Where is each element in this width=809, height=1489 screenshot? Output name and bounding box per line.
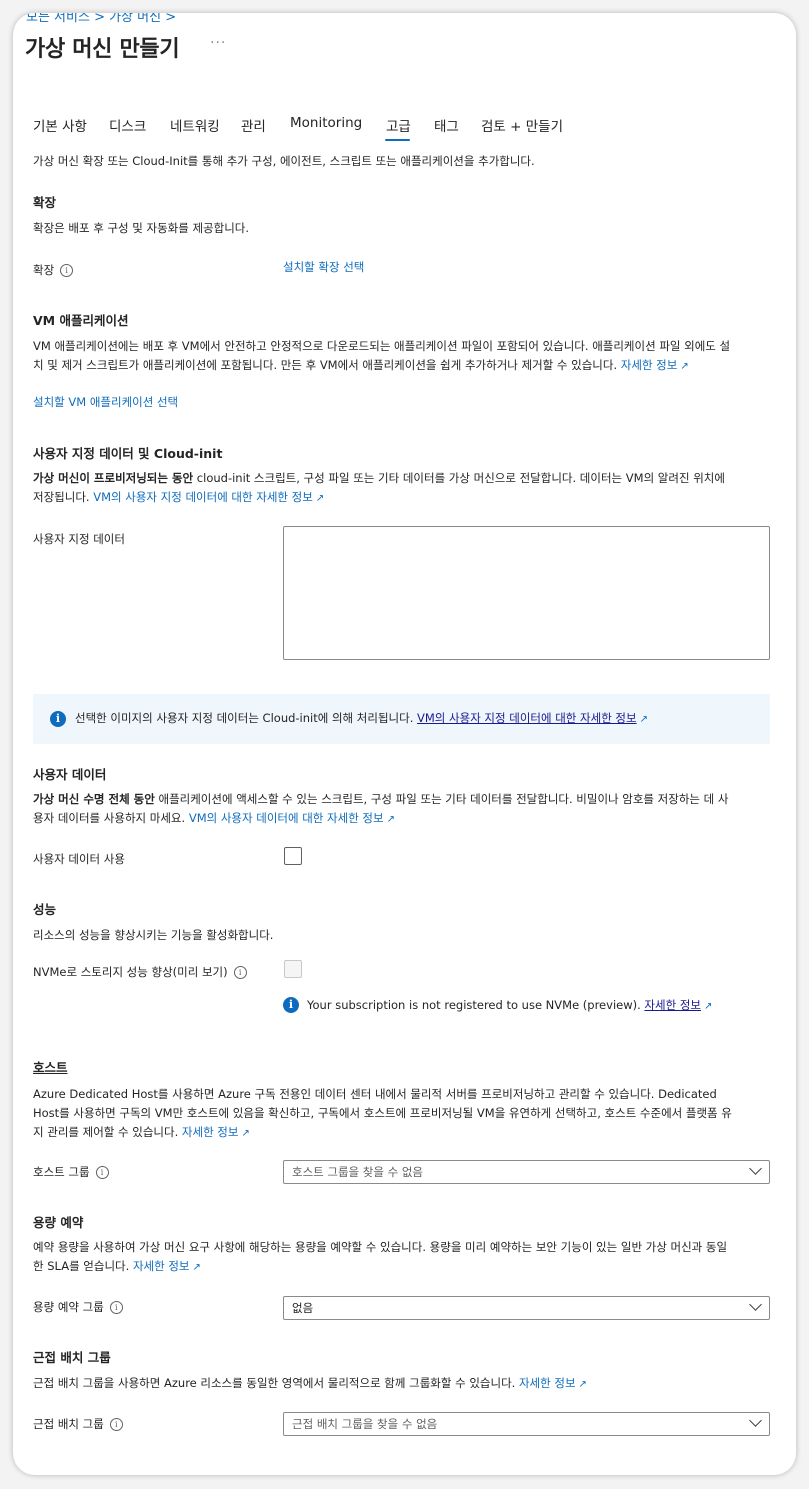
tab-advanced[interactable]: 고급 <box>386 115 411 135</box>
cloud-init-info-bar: i 선택한 이미지의 사용자 지정 데이터는 Cloud-init에 의해 처리… <box>33 694 770 744</box>
vm-apps-heading: VM 애플리케이션 <box>33 313 129 328</box>
select-vm-apps-link[interactable]: 설치할 VM 애플리케이션 선택 <box>33 393 178 412</box>
tab-disks[interactable]: 디스크 <box>109 115 146 135</box>
external-link-icon: ↗ <box>680 361 689 372</box>
tab-management[interactable]: 관리 <box>241 115 266 135</box>
user-data-checkbox[interactable] <box>284 847 302 865</box>
select-extensions-link[interactable]: 설치할 확장 선택 <box>283 258 364 277</box>
chevron-down-icon <box>749 1414 762 1427</box>
info-icon[interactable]: i <box>233 966 247 979</box>
capacity-heading: 용량 예약 <box>33 1215 84 1230</box>
intro-text: 가상 머신 확장 또는 Cloud-Init를 통해 추가 구성, 에이전트, … <box>33 154 535 168</box>
create-vm-panel: 모든 서비스 > 가상 머신 > 가상 머신 만들기 ··· 기본 사항 디스크… <box>13 13 796 1475</box>
tab-networking[interactable]: 네트워킹 <box>170 115 220 135</box>
custom-data-label: 사용자 지정 데이터 <box>33 532 125 546</box>
custom-data-heading: 사용자 지정 데이터 및 Cloud-init <box>33 446 223 461</box>
info-icon: i <box>50 711 66 727</box>
capacity-learn-more-link[interactable]: 자세한 정보 ↗ <box>133 1259 201 1273</box>
chevron-down-icon <box>749 1162 762 1175</box>
extensions-desc: 확장은 배포 후 구성 및 자동화를 제공합니다. <box>33 221 250 235</box>
extensions-heading: 확장 <box>33 195 57 210</box>
tab-basics[interactable]: 기본 사항 <box>33 115 87 135</box>
vm-apps-learn-more-link[interactable]: 자세한 정보 ↗ <box>621 358 689 372</box>
cloud-init-learn-more-link[interactable]: VM의 사용자 지정 데이터에 대한 자세한 정보 <box>417 711 637 725</box>
performance-desc: 리소스의 성능을 향상시키는 기능을 활성화합니다. <box>33 928 274 942</box>
custom-data-desc: 가상 머신이 프로비저닝되는 동안 cloud-init 스크립트, 구성 파일… <box>33 471 725 504</box>
external-link-icon: ↗ <box>639 714 648 725</box>
page-title: 가상 머신 만들기 <box>25 37 180 62</box>
external-link-icon: ↗ <box>386 814 395 825</box>
info-icon[interactable]: i <box>60 264 74 277</box>
tab-tags[interactable]: 태그 <box>434 115 459 135</box>
vm-apps-desc: VM 애플리케이션에는 배포 후 VM에서 안전하고 안정적으로 다운로드되는 … <box>33 339 731 372</box>
custom-data-learn-more-link[interactable]: VM의 사용자 지정 데이터에 대한 자세한 정보 ↗ <box>93 490 324 504</box>
external-link-icon: ↗ <box>703 1001 713 1012</box>
custom-data-textarea[interactable] <box>283 526 770 660</box>
external-link-icon: ↗ <box>192 1262 201 1273</box>
capacity-group-select[interactable]: 없음 <box>283 1296 770 1320</box>
host-desc: Azure Dedicated Host를 사용하면 Azure 구독 전용인 … <box>33 1087 732 1139</box>
info-icon[interactable]: i <box>109 1418 123 1431</box>
breadcrumb[interactable]: 모든 서비스 > 가상 머신 > <box>26 13 176 25</box>
capacity-desc: 예약 용량을 사용하여 가상 머신 요구 사항에 해당하는 용량을 예약할 수 … <box>33 1240 728 1273</box>
tab-review-create[interactable]: 검토 + 만들기 <box>481 115 563 135</box>
host-heading: 호스트 <box>33 1060 68 1075</box>
user-data-label: 사용자 데이터 사용 <box>33 852 125 866</box>
proximity-group-label: 근접 배치 그룹 i <box>33 1416 123 1432</box>
info-icon[interactable]: i <box>109 1301 123 1314</box>
user-data-desc: 가상 머신 수명 전체 동안 애플리케이션에 액세스할 수 있는 스크립트, 구… <box>33 792 729 825</box>
nvme-info-text: Your subscription is not registered to u… <box>307 998 713 1012</box>
proximity-group-select[interactable]: 근접 배치 그룹을 찾을 수 없음 <box>283 1412 770 1436</box>
external-link-icon: ↗ <box>315 493 325 504</box>
proximity-learn-more-link[interactable]: 자세한 정보 ↗ <box>519 1376 587 1390</box>
host-group-select[interactable]: 호스트 그룹을 찾을 수 없음 <box>283 1160 770 1184</box>
user-data-heading: 사용자 데이터 <box>33 767 107 782</box>
info-icon[interactable]: i <box>95 1166 109 1179</box>
nvme-checkbox[interactable] <box>284 960 302 978</box>
nvme-learn-more-link[interactable]: 자세한 정보 <box>644 998 701 1012</box>
capacity-group-label: 용량 예약 그룹 i <box>33 1299 123 1315</box>
active-tab-indicator <box>385 139 410 141</box>
nvme-label: NVMe로 스토리지 성능 향상(미리 보기) i <box>33 964 247 980</box>
extensions-label: 확장 i <box>33 262 74 278</box>
proximity-desc: 근접 배치 그룹을 사용하면 Azure 리소스를 동일한 영역에서 물리적으로… <box>33 1376 587 1390</box>
more-options-button[interactable]: ··· <box>210 35 226 51</box>
info-icon: i <box>283 997 299 1013</box>
proximity-heading: 근접 배치 그룹 <box>33 1350 111 1365</box>
tab-monitoring[interactable]: Monitoring <box>290 115 362 131</box>
external-link-icon: ↗ <box>241 1128 250 1139</box>
performance-heading: 성능 <box>33 902 57 917</box>
external-link-icon: ↗ <box>578 1379 587 1390</box>
user-data-learn-more-link[interactable]: VM의 사용자 데이터에 대한 자세한 정보 ↗ <box>189 811 395 825</box>
host-learn-more-link[interactable]: 자세한 정보 ↗ <box>182 1125 250 1139</box>
host-group-label: 호스트 그룹 i <box>33 1164 109 1180</box>
chevron-down-icon <box>749 1298 762 1311</box>
